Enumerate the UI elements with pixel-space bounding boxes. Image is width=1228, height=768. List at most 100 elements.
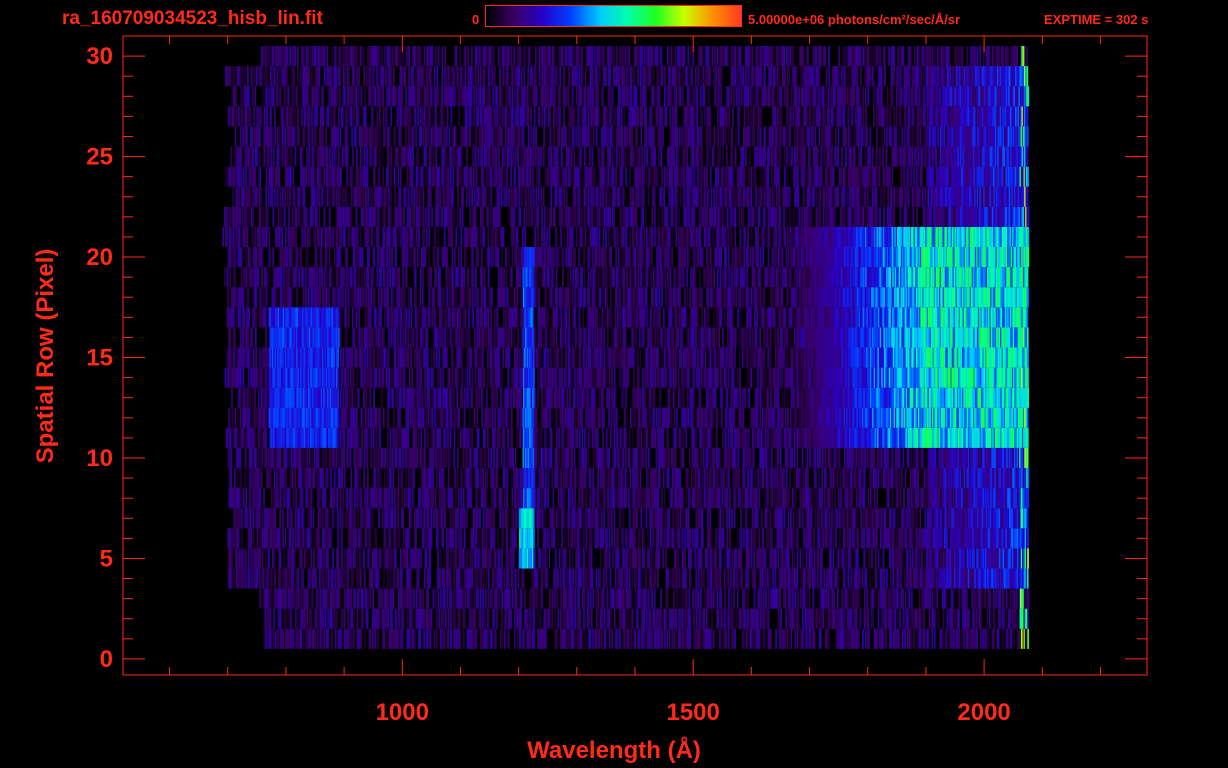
heatmap-cell bbox=[423, 628, 425, 649]
heatmap-cell bbox=[358, 427, 361, 448]
heatmap-cell bbox=[855, 447, 857, 468]
heatmap-cell bbox=[747, 628, 749, 649]
heatmap-cell bbox=[700, 548, 703, 569]
heatmap-cell bbox=[631, 427, 634, 448]
heatmap-cell bbox=[288, 488, 291, 509]
heatmap-cell bbox=[233, 568, 235, 589]
heatmap-cell bbox=[747, 608, 749, 629]
heatmap-cell bbox=[825, 608, 827, 629]
heatmap-cell bbox=[937, 608, 940, 629]
heatmap-cell bbox=[285, 468, 287, 489]
heatmap-cell bbox=[392, 447, 394, 468]
heatmap-cell bbox=[273, 468, 276, 489]
heatmap-cell bbox=[1027, 528, 1029, 549]
heatmap-cell bbox=[343, 548, 346, 569]
heatmap-cell bbox=[494, 488, 497, 509]
heatmap-cell bbox=[409, 488, 411, 509]
heatmap-cell bbox=[558, 508, 561, 529]
heatmap-cell bbox=[890, 508, 892, 529]
heatmap-cell bbox=[701, 488, 703, 509]
heatmap-cell bbox=[349, 447, 352, 468]
heatmap-cell bbox=[452, 508, 454, 529]
heatmap-cell bbox=[361, 608, 364, 629]
heatmap-cell bbox=[250, 528, 252, 549]
heatmap-cell bbox=[354, 508, 357, 529]
heatmap-cell bbox=[247, 548, 250, 569]
heatmap-cell bbox=[402, 608, 405, 629]
heatmap-row bbox=[228, 568, 1029, 589]
heatmap-cell bbox=[563, 528, 566, 549]
heatmap-cell bbox=[682, 588, 684, 609]
heatmap-cell bbox=[477, 588, 479, 609]
heatmap-cell bbox=[676, 568, 678, 589]
heatmap-cell bbox=[607, 588, 610, 609]
heatmap-cell bbox=[257, 447, 260, 468]
heatmap-cell bbox=[748, 528, 750, 549]
heatmap-cell bbox=[847, 588, 849, 609]
heatmap-cell bbox=[610, 508, 613, 529]
heatmap-cell bbox=[696, 447, 699, 468]
heatmap-cell bbox=[663, 488, 666, 509]
heatmap-cell bbox=[858, 588, 861, 609]
heatmap-cell bbox=[252, 508, 255, 529]
heatmap-cell bbox=[311, 488, 314, 509]
heatmap-cell bbox=[796, 447, 799, 468]
heatmap-cell bbox=[231, 548, 233, 569]
heatmap-cell bbox=[432, 488, 434, 509]
heatmap-cell bbox=[489, 407, 491, 428]
heatmap-cell bbox=[645, 447, 648, 468]
heatmap-cell bbox=[679, 468, 682, 489]
heatmap-cell bbox=[986, 608, 989, 629]
heatmap-cell bbox=[350, 588, 353, 609]
heatmap-cell bbox=[557, 608, 560, 629]
heatmap-cell bbox=[919, 628, 922, 649]
heatmap-cell bbox=[230, 468, 232, 489]
heatmap-cell bbox=[804, 568, 806, 589]
heatmap-cell bbox=[767, 588, 770, 609]
heatmap-cell bbox=[230, 447, 233, 468]
heatmap-cell bbox=[581, 407, 583, 428]
heatmap-cell bbox=[512, 508, 515, 529]
heatmap-cell bbox=[613, 528, 616, 549]
heatmap-cell bbox=[850, 548, 853, 569]
heatmap-cell bbox=[747, 508, 750, 529]
heatmap-cell bbox=[902, 588, 904, 609]
heatmap-cell bbox=[893, 568, 896, 589]
heatmap-cell bbox=[434, 407, 436, 428]
heatmap-cell bbox=[556, 628, 558, 649]
heatmap-cell bbox=[341, 468, 344, 489]
heatmap-cell bbox=[334, 628, 337, 649]
heatmap-cell bbox=[703, 588, 706, 609]
heatmap-cell bbox=[440, 588, 442, 609]
heatmap-cell bbox=[236, 468, 239, 489]
heatmap-cell bbox=[443, 588, 446, 609]
heatmap-cell bbox=[310, 548, 313, 569]
heatmap-cell bbox=[731, 427, 733, 448]
heatmap-cell bbox=[285, 568, 288, 589]
heatmap-cell bbox=[649, 608, 652, 629]
heatmap-cell bbox=[251, 407, 253, 428]
heatmap-cell bbox=[384, 447, 386, 468]
heatmap-cell bbox=[608, 528, 611, 549]
heatmap-cell bbox=[901, 528, 904, 549]
heatmap-cell bbox=[738, 468, 740, 489]
heatmap-cell bbox=[702, 528, 704, 549]
heatmap-cell bbox=[636, 508, 639, 529]
heatmap-cell bbox=[541, 568, 544, 589]
heatmap-cell bbox=[597, 608, 599, 629]
heatmap-cell bbox=[866, 447, 869, 468]
heatmap-cell bbox=[717, 608, 720, 629]
heatmap-cell bbox=[854, 468, 857, 489]
heatmap-cell bbox=[720, 588, 723, 609]
heatmap-cell bbox=[234, 468, 236, 489]
heatmap-cell bbox=[727, 568, 730, 589]
heatmap-cell bbox=[279, 488, 282, 509]
heatmap-cell bbox=[484, 427, 486, 448]
heatmap-cell bbox=[425, 548, 428, 569]
heatmap-cell bbox=[292, 568, 294, 589]
heatmap-cell bbox=[608, 447, 610, 468]
heatmap-cell bbox=[547, 488, 550, 509]
heatmap-cell bbox=[638, 407, 641, 428]
heatmap-cell bbox=[856, 508, 859, 529]
heatmap-cell bbox=[237, 407, 239, 428]
